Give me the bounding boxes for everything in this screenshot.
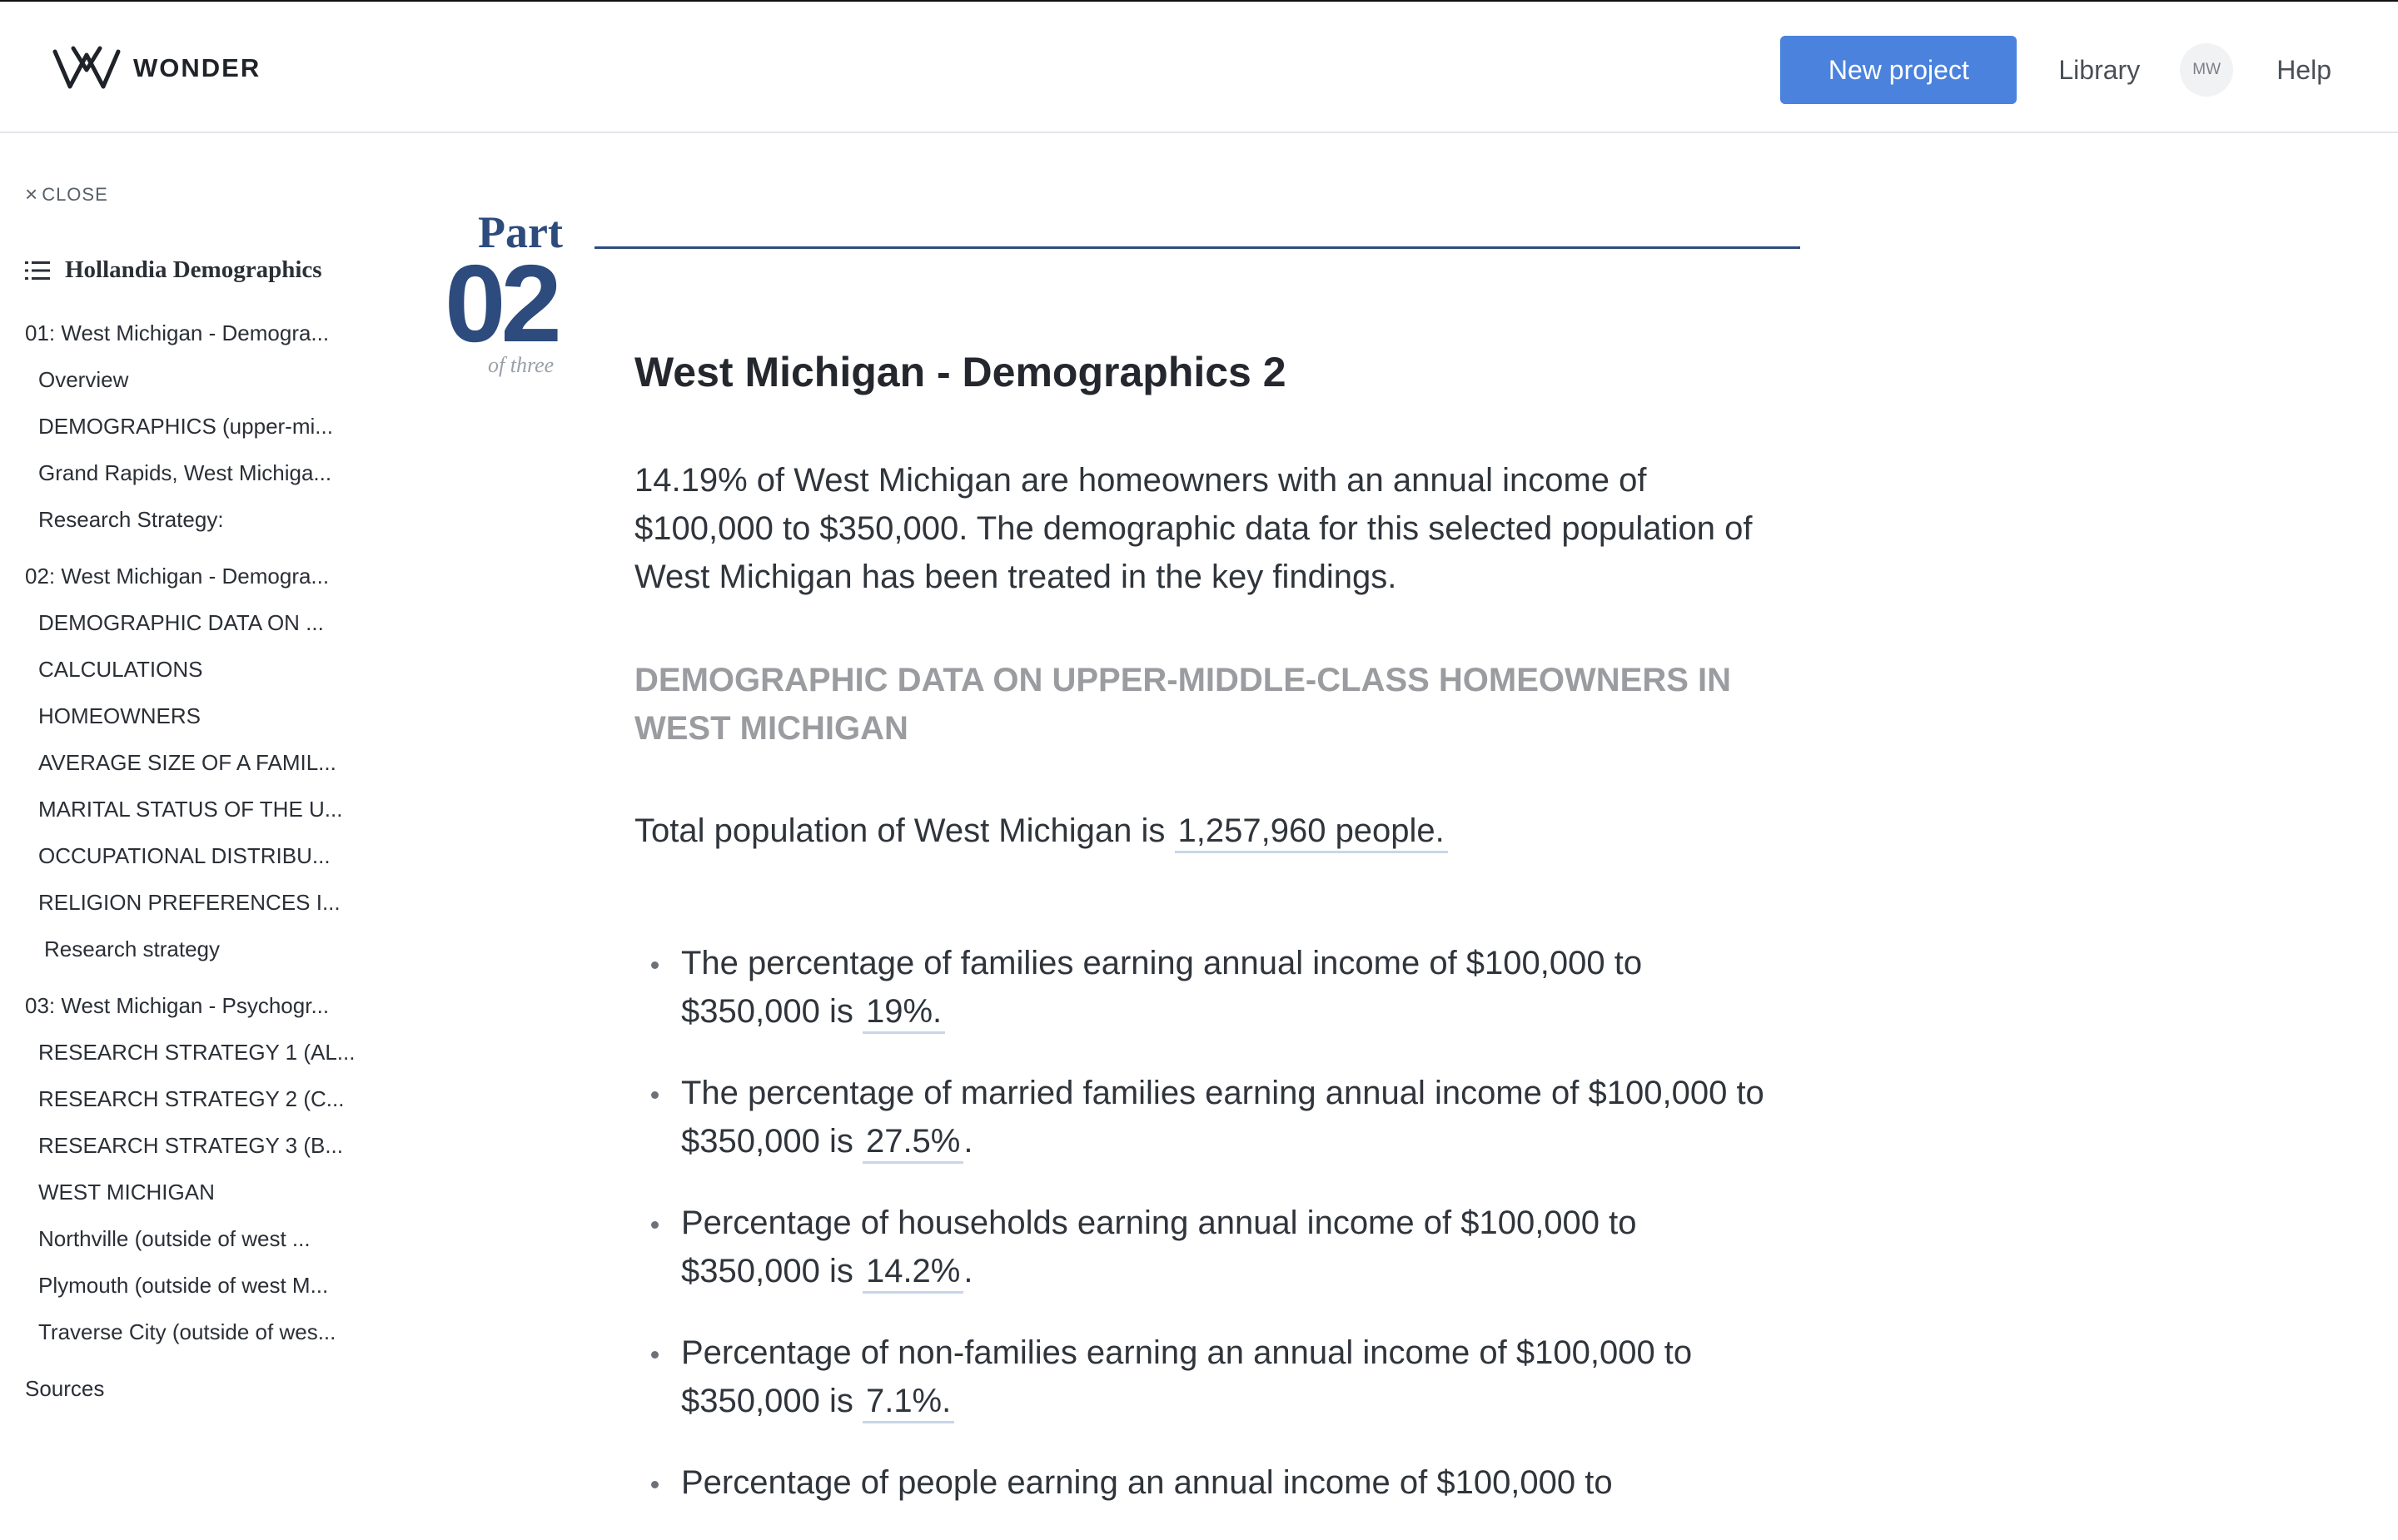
findings-list: The percentage of families earning annua…	[634, 939, 1784, 1540]
close-label: CLOSE	[42, 183, 108, 205]
finding-text: Percentage of non-families earning an an…	[681, 1334, 1693, 1419]
toc-item[interactable]: OCCUPATIONAL DISTRIBU...	[38, 843, 367, 869]
part-of-count: of three	[488, 353, 555, 377]
wonder-logo-icon	[52, 46, 121, 89]
finding-text: The percentage of married families earni…	[681, 1075, 1764, 1160]
toc-item[interactable]: Sources	[25, 1376, 354, 1402]
finding-text: Percentage of households earning annual …	[681, 1205, 1637, 1289]
finding-text: The percentage of families earning annua…	[681, 945, 1643, 1030]
finding-item: Percentage of households earning annual …	[634, 1199, 1784, 1295]
toc-item[interactable]: AVERAGE SIZE OF A FAMIL...	[38, 750, 367, 776]
finding-item: Percentage of people earning an annual i…	[634, 1458, 1784, 1507]
toc-item[interactable]: Northville (outside of west ...	[38, 1226, 367, 1252]
intro-paragraph: 14.19% of West Michigan are homeowners w…	[634, 462, 1753, 595]
list-icon	[25, 261, 50, 280]
toc-item[interactable]: WEST MICHIGAN	[38, 1180, 367, 1205]
finding-value[interactable]: 7.1%.	[862, 1383, 955, 1423]
top-nav: New project Library MW Help	[1780, 35, 2331, 105]
toc-item[interactable]: Research Strategy:	[38, 507, 367, 533]
finding-value[interactable]: 19%.	[862, 993, 946, 1034]
finding-item: The percentage of families earning annua…	[634, 939, 1784, 1036]
toc-item[interactable]: RESEARCH STRATEGY 1 (AL...	[38, 1040, 367, 1066]
toc-item[interactable]: RELIGION PREFERENCES I...	[38, 890, 367, 916]
total-population-value[interactable]: 1,257,960 people.	[1174, 812, 1448, 853]
toc-title: Hollandia Demographics	[25, 256, 322, 284]
total-population: Total population of West Michigan is 1,2…	[634, 807, 1448, 855]
toc-item[interactable]: MARITAL STATUS OF THE U...	[38, 797, 367, 822]
toc-item[interactable]: DEMOGRAPHIC DATA ON ...	[38, 610, 367, 636]
toc-item[interactable]: RESEARCH STRATEGY 2 (C...	[38, 1086, 367, 1112]
close-button[interactable]: × CLOSE	[25, 181, 108, 207]
toc-item[interactable]: Traverse City (outside of wes...	[38, 1319, 367, 1345]
finding-suffix: .	[963, 1123, 973, 1160]
finding-suffix: .	[963, 1253, 973, 1289]
toc-item[interactable]: 03: West Michigan - Psychogr...	[25, 993, 354, 1019]
close-icon: ×	[25, 181, 39, 206]
finding-value[interactable]: 14.2%	[862, 1253, 964, 1294]
toc-item[interactable]: RESEARCH STRATEGY 3 (B...	[38, 1133, 367, 1159]
toc-item[interactable]: Research strategy	[44, 936, 373, 962]
page-title: West Michigan - Demographics 2	[634, 349, 1286, 395]
toc-item[interactable]: Plymouth (outside of west M...	[38, 1273, 367, 1299]
new-project-button[interactable]: New project	[1780, 36, 2017, 104]
table-of-contents-sidebar: × CLOSE Hollandia Demographics 01: West …	[0, 133, 366, 1500]
toc-item[interactable]: 01: West Michigan - Demogra...	[25, 320, 354, 346]
finding-text: Percentage of people earning an annual i…	[681, 1464, 1613, 1501]
finding-value[interactable]: 27.5%	[862, 1123, 964, 1164]
toc-item[interactable]: DEMOGRAPHICS (upper-mi...	[38, 414, 367, 440]
toc-item[interactable]: 02: West Michigan - Demogra...	[25, 564, 354, 589]
finding-item: Percentage of non-families earning an an…	[634, 1329, 1784, 1425]
total-population-text: Total population of West Michigan is	[634, 812, 1175, 849]
project-title: Hollandia Demographics	[65, 256, 322, 283]
section-heading: DEMOGRAPHIC DATA ON UPPER-MIDDLE-CLASS H…	[634, 662, 1732, 747]
toc-item[interactable]: Overview	[38, 367, 367, 393]
help-link[interactable]: Help	[2276, 55, 2331, 86]
part-divider	[595, 246, 1800, 249]
toc-item[interactable]: HOMEOWNERS	[38, 703, 367, 729]
library-link[interactable]: Library	[2058, 55, 2140, 86]
app-header: WONDER New project Library MW Help	[0, 0, 2398, 133]
brand-name: WONDER	[133, 53, 261, 82]
brand-logo[interactable]: WONDER	[52, 45, 261, 92]
toc-item[interactable]: CALCULATIONS	[38, 657, 367, 683]
finding-item: The percentage of married families earni…	[634, 1069, 1784, 1165]
part-number: 02	[445, 242, 562, 365]
toc-item[interactable]: Grand Rapids, West Michiga...	[38, 460, 367, 486]
avatar[interactable]: MW	[2180, 43, 2234, 97]
